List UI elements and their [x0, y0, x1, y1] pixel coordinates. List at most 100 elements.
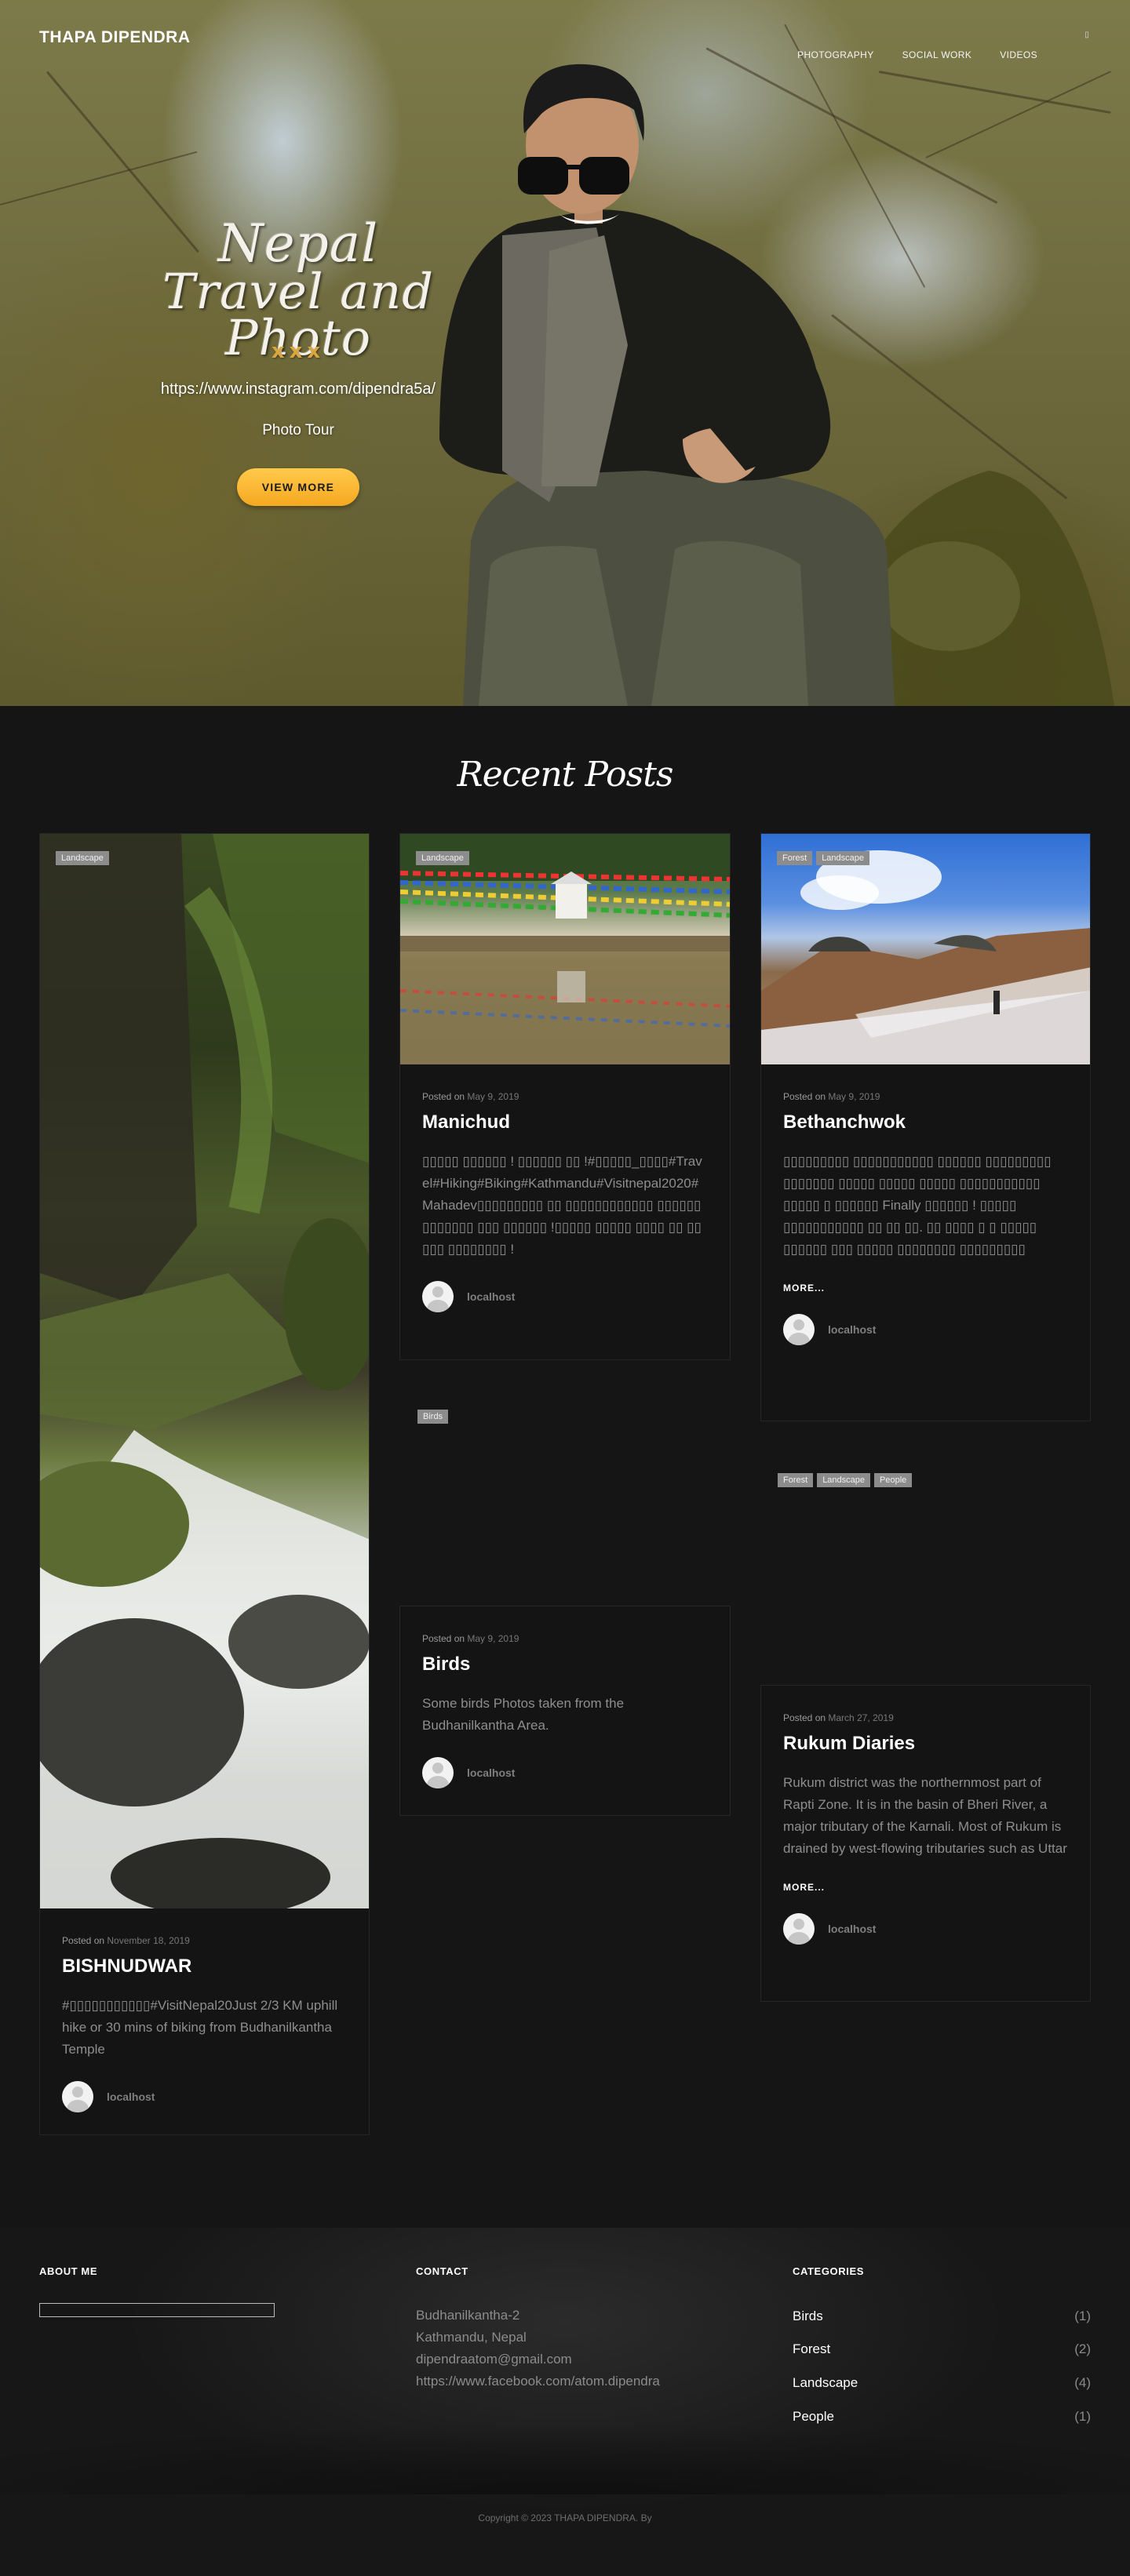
post-date: Posted on May 9, 2019	[783, 1091, 1068, 1102]
post-tags: Landscape	[56, 851, 113, 865]
category-count: (1)	[1074, 2409, 1091, 2424]
tag-birds[interactable]: Birds	[417, 1410, 449, 1424]
hero-subtitle: Photo Tour	[262, 422, 334, 438]
tag-landscape[interactable]: Landscape	[816, 851, 870, 865]
post-excerpt: Rukum district was the northernmost part…	[783, 1775, 1067, 1856]
category-name[interactable]: Birds	[793, 2309, 823, 2324]
contact-address-line: Budhanilkantha-2	[416, 2308, 520, 2323]
avatar[interactable]	[783, 1913, 815, 1945]
avatar[interactable]	[422, 1281, 454, 1312]
post-card-rukum-diaries[interactable]: Posted on March 27, 2019 Rukum Diaries R…	[760, 1685, 1091, 2002]
avatar[interactable]	[422, 1757, 454, 1788]
post-date-value[interactable]: May 9, 2019	[828, 1091, 880, 1102]
post-author[interactable]: localhost	[62, 2081, 347, 2112]
author-name[interactable]: localhost	[828, 1323, 876, 1336]
author-name[interactable]: localhost	[828, 1923, 876, 1935]
post-title[interactable]: Manichud	[422, 1112, 708, 1133]
post-image[interactable]: Landscape	[400, 834, 730, 1064]
tag-landscape[interactable]: Landscape	[416, 851, 469, 865]
about-me-heading: ABOUT ME	[39, 2265, 98, 2277]
author-name[interactable]: localhost	[467, 1766, 515, 1779]
post-title[interactable]: Rukum Diaries	[783, 1733, 1068, 1755]
post-date-value[interactable]: May 9, 2019	[467, 1633, 519, 1644]
category-item-birds[interactable]: Birds (1)	[793, 2309, 1091, 2324]
post-tags: Landscape	[416, 851, 473, 865]
tag-forest[interactable]: Forest	[777, 851, 813, 865]
post-card-manichud[interactable]: Landscape Posted on May 9, 2019 Manichud…	[399, 833, 731, 1360]
contact-heading: CONTACT	[416, 2265, 468, 2277]
post-title[interactable]: Bethanchwok	[783, 1112, 1068, 1133]
site-brand[interactable]: THAPA DIPENDRA	[39, 28, 191, 47]
posted-prefix: Posted on	[422, 1633, 465, 1644]
post-date: Posted on November 18, 2019	[62, 1935, 347, 1946]
view-more-button[interactable]: VIEW MORE	[237, 468, 359, 506]
author-name[interactable]: localhost	[467, 1290, 515, 1303]
post-date: Posted on March 27, 2019	[783, 1712, 1068, 1723]
post-card-birds[interactable]: Posted on May 9, 2019 Birds Some birds P…	[399, 1606, 731, 1816]
main-nav: PHOTOGRAPHY SOCIAL WORK VIDEOS	[783, 47, 1052, 63]
post-image[interactable]: Landscape	[40, 834, 369, 1908]
post-tags: Birds	[417, 1410, 452, 1424]
nav-item-social-work[interactable]: SOCIAL WORK	[888, 47, 986, 63]
tag-forest[interactable]: Forest	[778, 1473, 814, 1487]
category-item-landscape[interactable]: Landscape (4)	[793, 2375, 1091, 2391]
post-date: Posted on May 9, 2019	[422, 1633, 708, 1644]
post-tags: Forest Landscape	[777, 851, 873, 865]
site-footer: ABOUT ME CONTACT Budhanilkantha-2 Kathma…	[0, 2228, 1130, 2576]
category-count: (2)	[1074, 2341, 1091, 2356]
post-card-bethanchwok[interactable]: Forest Landscape Posted on May 9, 2019 B…	[760, 833, 1091, 1421]
copyright-text: Copyright © 2023 THAPA DIPENDRA. By	[478, 2512, 652, 2523]
categories-heading: CATEGORIES	[793, 2265, 864, 2277]
about-me-image	[39, 2303, 275, 2317]
post-author[interactable]: localhost	[783, 1913, 1068, 1945]
post-excerpt: ▯▯▯▯▯ ▯▯▯▯▯▯ ! ▯▯▯▯▯▯ ▯▯ !#▯▯▯▯▯_▯▯▯▯#Tr…	[422, 1154, 702, 1257]
hero-title-line1: Nepal	[217, 213, 379, 274]
category-item-people[interactable]: People (1)	[793, 2409, 1091, 2425]
post-image[interactable]: Forest Landscape	[761, 834, 1090, 1064]
read-more-link[interactable]: MORE...	[783, 1882, 1068, 1893]
post-date-value[interactable]: May 9, 2019	[467, 1091, 519, 1102]
category-name[interactable]: People	[793, 2409, 834, 2425]
avatar[interactable]	[783, 1314, 815, 1345]
category-name[interactable]: Landscape	[793, 2375, 858, 2391]
avatar[interactable]	[62, 2081, 93, 2112]
prayer-flags-photo	[400, 834, 730, 1064]
post-excerpt: #▯▯▯▯▯▯▯▯▯▯▯#VisitNepal20Just 2/3 KM uph…	[62, 1998, 338, 2057]
contact-info: Budhanilkantha-2 Kathmandu, Nepal dipend…	[416, 2305, 660, 2392]
posted-prefix: Posted on	[783, 1091, 826, 1102]
post-excerpt: Some birds Photos taken from the Budhani…	[422, 1696, 625, 1733]
post-title[interactable]: BISHNUDWAR	[62, 1956, 347, 1977]
posted-prefix: Posted on	[783, 1712, 826, 1723]
category-count: (4)	[1074, 2375, 1091, 2390]
hero-banner: THAPA DIPENDRA PHOTOGRAPHY SOCIAL WORK V…	[0, 0, 1130, 706]
post-title[interactable]: Birds	[422, 1654, 708, 1675]
post-tags: Forest Landscape People	[778, 1473, 916, 1487]
post-author[interactable]: localhost	[783, 1314, 1068, 1345]
nav-item-photography[interactable]: PHOTOGRAPHY	[783, 47, 888, 63]
mountain-snow-photo	[761, 850, 1090, 1064]
contact-facebook-link[interactable]: https://www.facebook.com/atom.dipendra	[416, 2370, 660, 2392]
tag-landscape[interactable]: Landscape	[56, 851, 109, 865]
post-date-value[interactable]: March 27, 2019	[828, 1712, 893, 1723]
post-date-value[interactable]: November 18, 2019	[107, 1935, 189, 1946]
post-excerpt: ▯▯▯▯▯▯▯▯▯ ▯▯▯▯▯▯▯▯▯▯▯ ▯▯▯▯▯▯ ▯▯▯▯▯▯▯▯▯ ▯…	[783, 1154, 1052, 1257]
post-author[interactable]: localhost	[422, 1281, 708, 1312]
hero-instagram-link[interactable]: https://www.instagram.com/dipendra5a/	[102, 380, 494, 398]
posted-prefix: Posted on	[422, 1091, 465, 1102]
contact-email[interactable]: dipendraatom@gmail.com	[416, 2349, 660, 2370]
posted-prefix: Posted on	[62, 1935, 105, 1946]
tag-people[interactable]: People	[874, 1473, 913, 1487]
category-count: (1)	[1074, 2309, 1091, 2323]
recent-posts-title: Recent Posts	[457, 755, 673, 795]
category-item-forest[interactable]: Forest (2)	[793, 2341, 1091, 2357]
hero-kisses: xxx	[271, 340, 326, 363]
read-more-link[interactable]: MORE...	[783, 1283, 1068, 1293]
author-name[interactable]: localhost	[107, 2090, 155, 2103]
tag-landscape[interactable]: Landscape	[817, 1473, 871, 1487]
post-card-bishnudwar[interactable]: Landscape Posted on November 18, 2019 BI…	[39, 833, 370, 2135]
contact-city-line: Kathmandu, Nepal	[416, 2330, 527, 2345]
category-name[interactable]: Forest	[793, 2341, 830, 2357]
nav-item-videos[interactable]: VIDEOS	[986, 47, 1052, 63]
post-author[interactable]: localhost	[422, 1757, 708, 1788]
menu-icon[interactable]: ▯	[1081, 30, 1092, 41]
